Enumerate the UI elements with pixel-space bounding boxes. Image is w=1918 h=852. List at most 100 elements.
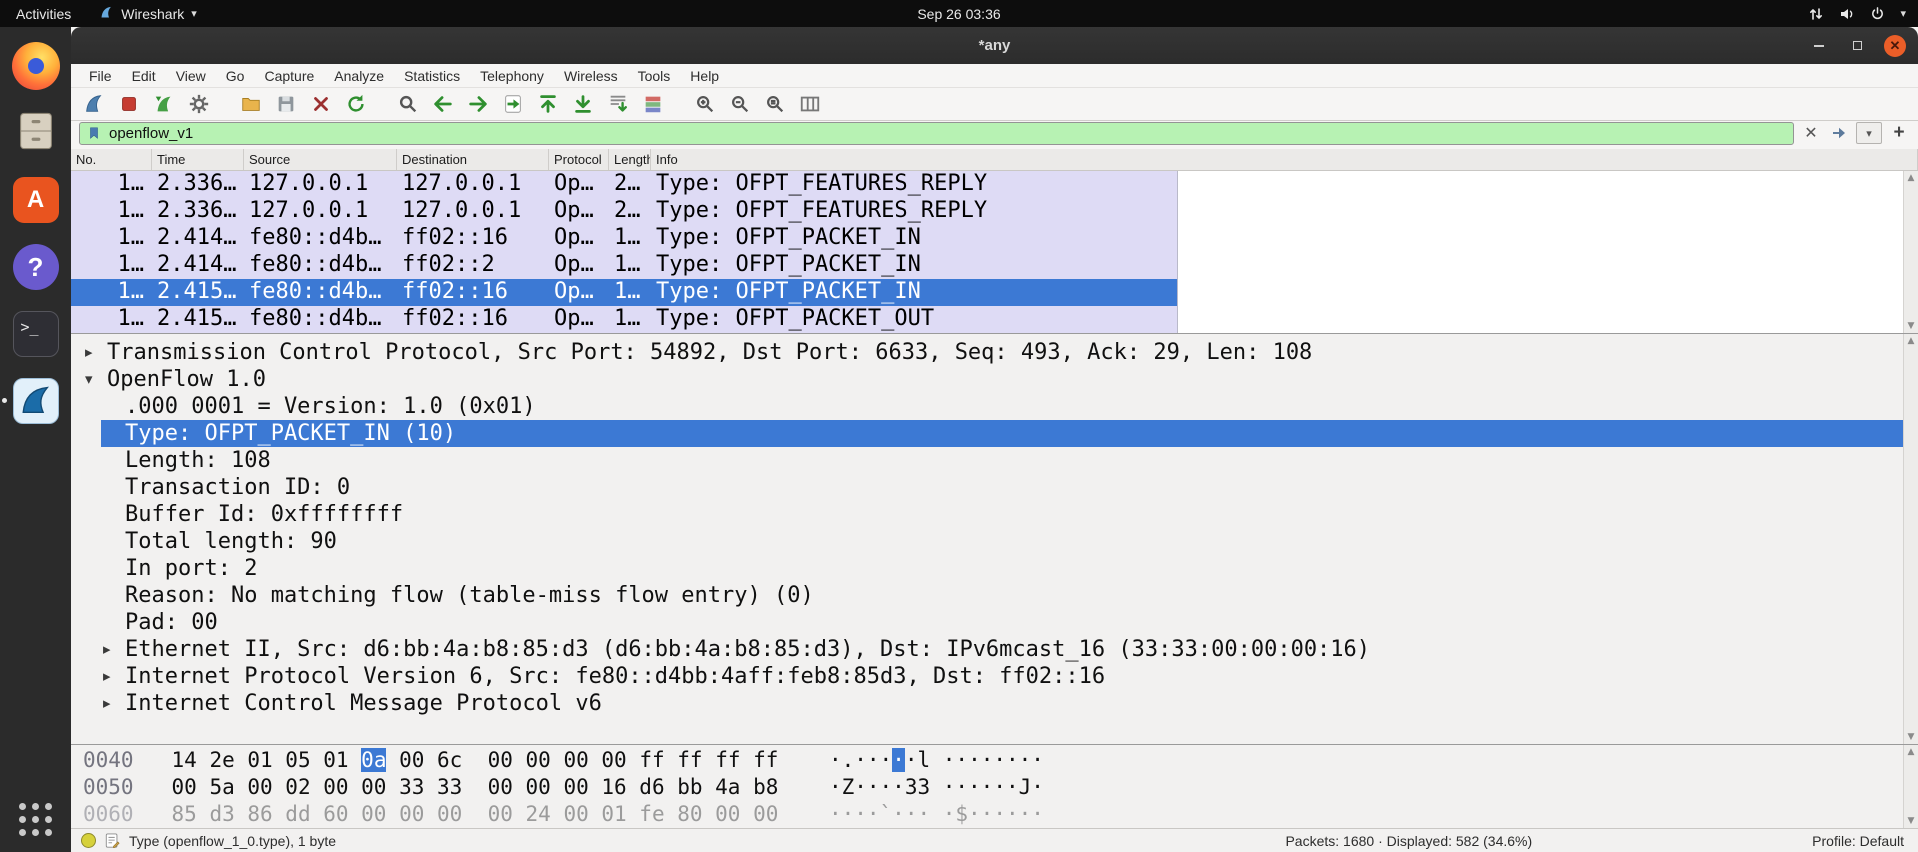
- close-button[interactable]: ✕: [1884, 34, 1906, 57]
- clear-filter-icon[interactable]: ✕: [1800, 122, 1822, 144]
- column-header-info[interactable]: Info: [651, 149, 1918, 170]
- power-icon[interactable]: [1870, 6, 1885, 21]
- zoom-out-button[interactable]: [725, 90, 755, 118]
- titlebar[interactable]: *any ✕: [71, 27, 1918, 64]
- expander-slot: [101, 501, 125, 528]
- packet-row[interactable]: 1… 2.336… 127.0.0.1 127.0.0.1 Op… 2… Type: OFP…: [71, 198, 1178, 225]
- menu-edit[interactable]: Edit: [122, 68, 166, 84]
- hex-row[interactable]: 0060 85 d3 86 dd 60 00 00 00 00 24 00 01…: [71, 801, 1903, 828]
- menu-help[interactable]: Help: [680, 68, 729, 84]
- expander-open-icon[interactable]: ▾: [83, 366, 107, 393]
- dock-item-wireshark[interactable]: [1, 376, 61, 426]
- zoom-original-button[interactable]: [760, 90, 790, 118]
- menu-file[interactable]: File: [79, 68, 122, 84]
- status-bar: Type (openflow_1_0.type), 1 byte Packets…: [71, 828, 1918, 852]
- menu-statistics[interactable]: Statistics: [394, 68, 470, 84]
- detail-line[interactable]: ▸ Transmission Control Protocol, Src Port…: [71, 339, 1903, 366]
- add-filter-button[interactable]: +: [1888, 122, 1910, 144]
- capture-options-button[interactable]: [184, 90, 214, 118]
- zoom-in-button[interactable]: [690, 90, 720, 118]
- find-packet-button[interactable]: [393, 90, 423, 118]
- menu-wireless[interactable]: Wireless: [554, 68, 628, 84]
- dock-item-files[interactable]: [11, 108, 61, 158]
- menu-tools[interactable]: Tools: [628, 68, 681, 84]
- bytes-scrollbar[interactable]: ▲ ▼: [1903, 745, 1918, 828]
- clock[interactable]: Sep 26 03:36: [0, 6, 1918, 22]
- activities-button[interactable]: Activities: [16, 6, 71, 22]
- resize-columns-button[interactable]: [795, 90, 825, 118]
- save-file-button[interactable]: [271, 90, 301, 118]
- expander-closed-icon[interactable]: ▸: [101, 690, 125, 717]
- system-menu-chevron-icon[interactable]: ▾: [1900, 7, 1906, 20]
- app-menu[interactable]: Wireshark ▾: [99, 5, 197, 23]
- menu-telephony[interactable]: Telephony: [470, 68, 554, 84]
- column-header-no[interactable]: No.: [71, 149, 152, 170]
- dock-item-terminal[interactable]: >_: [11, 309, 61, 359]
- close-file-button[interactable]: [306, 90, 336, 118]
- detail-line[interactable]: Buffer Id: 0xffffffff: [71, 501, 1903, 528]
- open-file-button[interactable]: [236, 90, 266, 118]
- hex-row[interactable]: 0050 00 5a 00 02 00 00 33 33 00 00 00 16…: [71, 774, 1903, 801]
- detail-line[interactable]: .000 0001 = Version: 1.0 (0x01): [71, 393, 1903, 420]
- ascii-bytes: ·l ········: [904, 748, 1044, 772]
- go-forward-button[interactable]: [463, 90, 493, 118]
- column-header-time[interactable]: Time: [152, 149, 244, 170]
- expert-info-icon[interactable]: [81, 833, 96, 848]
- capture-comment-icon[interactable]: [105, 832, 120, 849]
- restart-capture-button[interactable]: [149, 90, 179, 118]
- auto-scroll-button[interactable]: [603, 90, 633, 118]
- detail-line[interactable]: ▸ Ethernet II, Src: d6:bb:4a:b8:85:d3 (d6…: [71, 636, 1903, 663]
- start-capture-button[interactable]: [79, 90, 109, 118]
- detail-line[interactable]: Transaction ID: 0: [71, 474, 1903, 501]
- dock-item-help[interactable]: ?: [11, 242, 61, 292]
- menu-view[interactable]: View: [166, 68, 216, 84]
- dock-item-firefox[interactable]: [11, 41, 61, 91]
- column-header-length[interactable]: Length: [609, 149, 651, 170]
- detail-line[interactable]: ▸ Internet Control Message Protocol v6: [71, 690, 1903, 717]
- go-last-button[interactable]: [568, 90, 598, 118]
- detail-line[interactable]: Length: 108: [71, 447, 1903, 474]
- detail-line[interactable]: Pad: 00: [71, 609, 1903, 636]
- column-header-protocol[interactable]: Protocol: [549, 149, 609, 170]
- network-icon[interactable]: [1808, 6, 1824, 22]
- go-to-packet-button[interactable]: [498, 90, 528, 118]
- menu-go[interactable]: Go: [216, 68, 255, 84]
- column-header-destination[interactable]: Destination: [397, 149, 549, 170]
- detail-line[interactable]: Total length: 90: [71, 528, 1903, 555]
- go-back-button[interactable]: [428, 90, 458, 118]
- detail-line[interactable]: ▾ OpenFlow 1.0: [71, 366, 1903, 393]
- expander-closed-icon[interactable]: ▸: [101, 636, 125, 663]
- dock-item-ubuntu-software[interactable]: A: [11, 175, 61, 225]
- maximize-button[interactable]: [1846, 35, 1868, 57]
- volume-icon[interactable]: [1839, 6, 1855, 22]
- menu-analyze[interactable]: Analyze: [324, 68, 394, 84]
- minimize-button[interactable]: [1808, 35, 1830, 57]
- show-applications-button[interactable]: [19, 803, 52, 836]
- packet-row[interactable]: 1… 2.414… fe80::d4b… ff02::16 Op… 1… Type: OFP…: [71, 225, 1178, 252]
- profile-text[interactable]: Profile: Default: [1812, 833, 1904, 849]
- packet-row[interactable]: 1… 2.336… 127.0.0.1 127.0.0.1 Op… 2… Type: OFP…: [71, 171, 1178, 198]
- stop-capture-button[interactable]: [114, 90, 144, 118]
- filter-bookmark-icon[interactable]: [87, 125, 101, 141]
- details-scrollbar[interactable]: ▲ ▼: [1903, 334, 1918, 744]
- packet-list-scrollbar[interactable]: ▲ ▼: [1903, 171, 1918, 333]
- detail-line[interactable]: In port: 2: [71, 555, 1903, 582]
- column-header-source[interactable]: Source: [244, 149, 397, 170]
- expander-closed-icon[interactable]: ▸: [101, 663, 125, 690]
- detail-line[interactable]: ▸ Internet Protocol Version 6, Src: fe80:…: [71, 663, 1903, 690]
- packet-row[interactable]: 1… 2.415… fe80::d4b… ff02::16 Op… 1… Type: OFP…: [71, 306, 1178, 333]
- menu-capture[interactable]: Capture: [254, 68, 324, 84]
- detail-line[interactable]: Reason: No matching flow (table-miss flo…: [71, 582, 1903, 609]
- go-first-button[interactable]: [533, 90, 563, 118]
- packet-row[interactable]: 1… 2.415… fe80::d4b… ff02::16 Op… 1… Type: OFP…: [71, 279, 1178, 306]
- display-filter-input[interactable]: openflow_v1: [79, 121, 1794, 145]
- packet-row[interactable]: 1… 2.414… fe80::d4b… ff02::2 Op… 1… Type: OFPT…: [71, 252, 1178, 279]
- reload-button[interactable]: [341, 90, 371, 118]
- detail-line[interactable]: Type: OFPT_PACKET_IN (10): [71, 420, 1903, 447]
- colorize-button[interactable]: [638, 90, 668, 118]
- expander-closed-icon[interactable]: ▸: [83, 339, 107, 366]
- filter-history-dropdown[interactable]: ▾: [1856, 122, 1882, 144]
- apply-filter-icon[interactable]: [1828, 122, 1850, 144]
- hex-row[interactable]: 0040 14 2e 01 05 01 0a 00 6c 00 00 00 00…: [71, 747, 1903, 774]
